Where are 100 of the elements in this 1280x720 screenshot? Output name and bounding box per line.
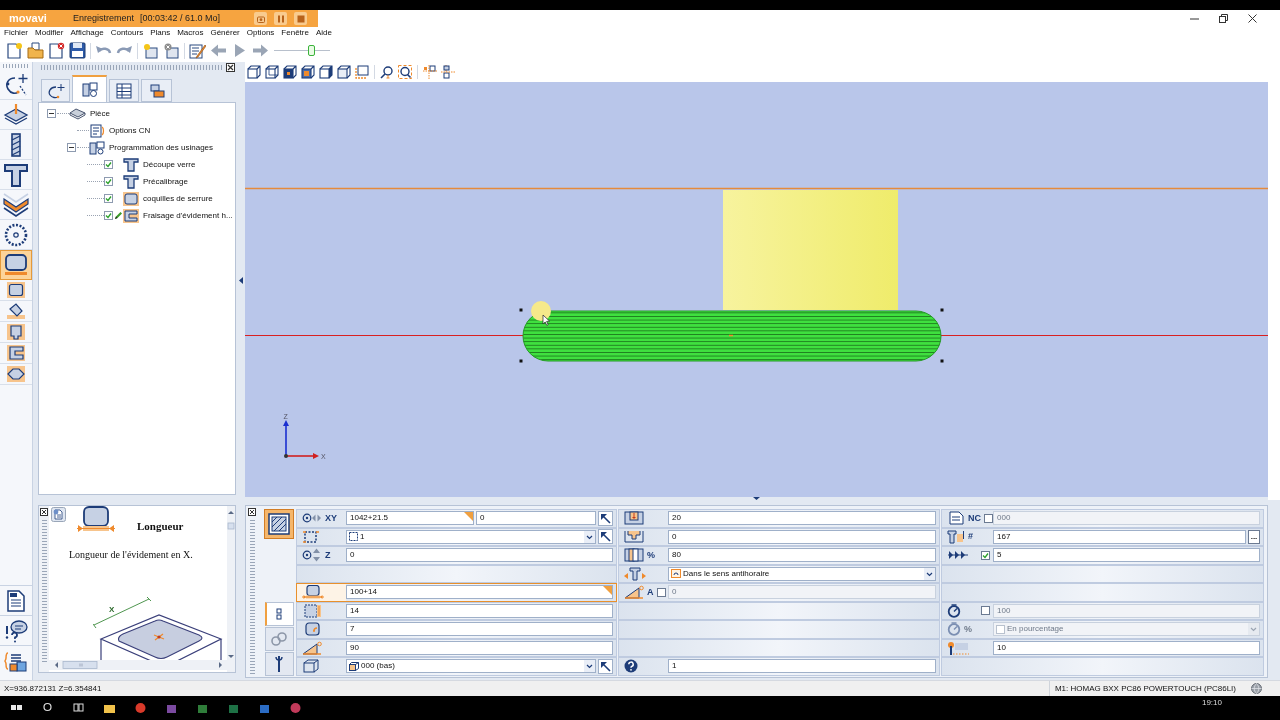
zoom-fit-icon[interactable] (398, 65, 412, 79)
chevron-down-icon[interactable] (924, 567, 935, 580)
text-field[interactable]: 0 (476, 511, 596, 526)
tool-button[interactable] (0, 615, 32, 645)
cube-view-icon[interactable] (283, 65, 297, 79)
menu-item[interactable]: Fenêtre (281, 29, 309, 37)
tree-item-label[interactable]: Fraisage d'évidement h... (143, 211, 233, 220)
grip-handle[interactable] (3, 64, 29, 68)
collapse-arrow-icon[interactable] (753, 497, 760, 500)
chevron-down-icon[interactable] (584, 530, 595, 543)
slider-thumb[interactable] (308, 45, 316, 56)
browser-icon[interactable] (135, 702, 146, 713)
grip-handle[interactable] (41, 518, 47, 662)
text-field[interactable]: 80 (668, 548, 936, 563)
tree-item-label[interactable]: Précalibrage (143, 177, 188, 186)
menu-item[interactable]: Générer (210, 29, 240, 37)
new-item-icon[interactable] (142, 42, 159, 59)
app-icon[interactable] (259, 702, 270, 713)
zoom-icon[interactable] (380, 65, 394, 79)
menu-item[interactable]: Aide (315, 29, 332, 37)
new-file-icon[interactable] (6, 42, 23, 59)
cube-view-icon[interactable] (265, 65, 279, 79)
text-field[interactable]: 14 (346, 603, 613, 618)
text-field[interactable]: 5 (993, 548, 1260, 563)
text-field[interactable]: 7 (346, 622, 613, 637)
menu-item[interactable]: Fichier (4, 29, 28, 37)
checkbox[interactable] (104, 160, 113, 169)
tree-item-label[interactable]: Options CN (109, 126, 151, 135)
pick-button[interactable] (598, 529, 613, 545)
text-field[interactable]: 20 (668, 511, 936, 526)
tree-item-label[interactable]: coquilles de serrure (143, 194, 213, 203)
dropdown[interactable]: 000 (bas) (346, 659, 596, 674)
search-icon[interactable] (42, 702, 53, 713)
text-field[interactable]: 167 (993, 529, 1246, 544)
align-icon[interactable] (441, 65, 455, 79)
more-button[interactable]: ... (1248, 529, 1260, 544)
checkbox[interactable] (104, 211, 113, 220)
app-icon[interactable] (166, 702, 177, 713)
start-icon[interactable] (11, 702, 22, 713)
restore-icon[interactable] (1219, 14, 1228, 23)
menu-item[interactable]: Options (246, 29, 275, 37)
tool-button[interactable] (0, 645, 32, 675)
cube-view-icon[interactable] (337, 65, 351, 79)
spreadsheet-icon[interactable] (228, 702, 239, 713)
tree-item-label[interactable]: Programmation des usinages (109, 143, 214, 152)
side-tab[interactable] (264, 652, 294, 676)
checkbox[interactable] (981, 550, 990, 560)
stop-button[interactable] (294, 12, 307, 25)
checkbox[interactable] (104, 177, 113, 186)
task-view-icon[interactable] (73, 702, 84, 713)
pick-button[interactable] (598, 510, 613, 526)
pick-button[interactable] (598, 658, 613, 674)
close-icon[interactable] (1248, 14, 1257, 23)
text-field[interactable]: 90 (346, 640, 613, 655)
align-icon[interactable] (423, 65, 437, 79)
cube-view-icon[interactable] (301, 65, 315, 79)
folder-icon[interactable] (104, 702, 115, 713)
menu-item[interactable]: Contours (110, 29, 144, 37)
zoom-slider[interactable] (274, 45, 330, 56)
collapse-icon[interactable] (47, 109, 56, 118)
dropdown[interactable]: 1 (346, 529, 596, 544)
menu-item[interactable]: Macros (177, 29, 204, 37)
save-icon[interactable] (69, 42, 86, 59)
panel-tab[interactable] (141, 79, 172, 102)
grip-handle[interactable] (41, 65, 222, 70)
collapse-arrow-icon[interactable] (238, 276, 243, 284)
menu-item[interactable]: Plans (150, 29, 171, 37)
panel-tab[interactable] (41, 79, 70, 102)
text-field[interactable]: 0 (346, 548, 613, 563)
app-icon[interactable] (197, 702, 208, 713)
close-icon[interactable] (40, 508, 48, 516)
chevron-down-icon[interactable] (584, 660, 595, 673)
checkbox[interactable] (104, 194, 113, 203)
text-field[interactable]: 0 (668, 529, 936, 544)
panel-tab[interactable] (109, 79, 139, 102)
cube-view-icon[interactable] (319, 65, 333, 79)
operation-button[interactable] (264, 509, 294, 539)
tool-button[interactable] (0, 585, 32, 615)
edit-program-icon[interactable] (189, 42, 206, 59)
close-icon[interactable] (226, 63, 235, 72)
grip-handle[interactable] (249, 518, 255, 674)
dropdown[interactable]: Dans le sens antihoraire (668, 566, 936, 581)
delete-item-icon[interactable] (163, 42, 180, 59)
open-folder-icon[interactable] (27, 42, 44, 59)
menu-item[interactable]: Affichage (70, 29, 104, 37)
panel-tab[interactable] (72, 75, 107, 102)
menu-item[interactable]: Modifier (35, 29, 64, 37)
app-icon[interactable] (290, 702, 301, 713)
pause-button[interactable] (274, 12, 287, 25)
tree-item-label[interactable]: Pièce (90, 109, 110, 118)
close-icon[interactable] (248, 508, 256, 516)
close-file-icon[interactable] (48, 42, 65, 59)
cube-view-icon[interactable] (247, 65, 261, 79)
screenshot-button[interactable] (254, 12, 267, 25)
tool-button[interactable] (0, 250, 32, 280)
text-field[interactable]: 1042+21.5 (346, 511, 474, 526)
text-field[interactable]: 100+14 (346, 585, 613, 600)
tree-item-label[interactable]: Découpe verre (143, 160, 196, 169)
text-field[interactable]: 10 (993, 640, 1260, 655)
text-field[interactable]: 1 (668, 659, 936, 674)
